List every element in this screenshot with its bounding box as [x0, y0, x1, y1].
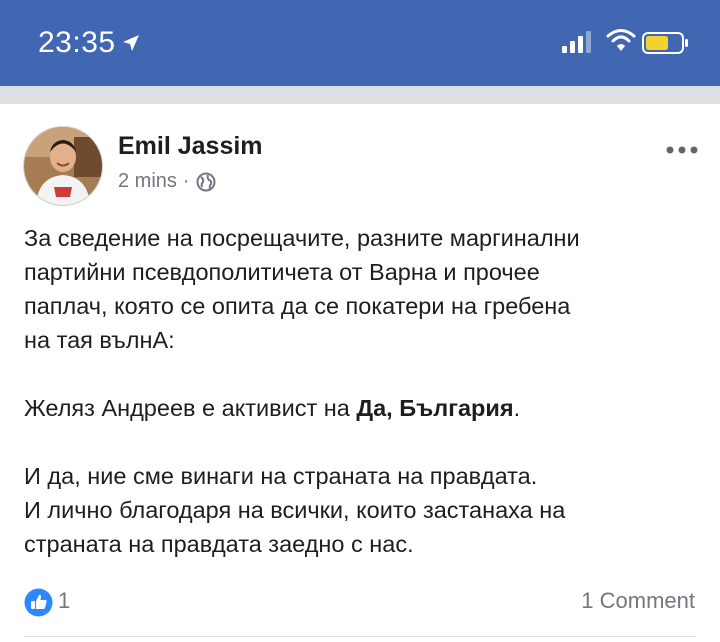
reactions-divider: [24, 636, 696, 637]
post-line: паплач, която се опита да се покатери на…: [24, 293, 571, 319]
post-card: Emil Jassim 2 mins · За сведение на поср…: [0, 104, 720, 642]
location-arrow-icon: [123, 35, 139, 51]
post-text-bold: Да, България: [356, 395, 514, 421]
like-thumb-icon[interactable]: [24, 588, 53, 617]
wifi-icon: [606, 29, 636, 51]
more-dots-icon[interactable]: [666, 145, 698, 155]
post-line: на тая вълнА:: [24, 327, 175, 353]
feed-divider: [0, 86, 720, 104]
post-line: За сведение на посрещачите, разните марг…: [24, 225, 580, 251]
comment-count[interactable]: 1 Comment: [581, 588, 695, 614]
post-line: партийни псевдополитичета от Варна и про…: [24, 259, 540, 285]
post-meta: 2 mins ·: [118, 170, 216, 193]
avatar[interactable]: [23, 126, 103, 206]
status-time: 23:35: [38, 26, 116, 59]
status-bar: 23:35: [0, 0, 720, 86]
post-time[interactable]: 2 mins: [118, 170, 177, 193]
author-name[interactable]: Emil Jassim: [118, 132, 263, 161]
post-text-suffix: .: [513, 395, 521, 421]
globe-icon: [196, 172, 216, 191]
cellular-signal-icon: [562, 31, 591, 53]
like-count[interactable]: 1: [58, 588, 70, 614]
post-text-prefix: Желяз Андреев е активист на: [24, 395, 357, 421]
battery-icon: [642, 32, 688, 54]
post-line: И да, ние сме винаги на страната на прав…: [24, 463, 538, 489]
post-line: Желяз Андреев е активист на Да, България…: [24, 391, 704, 425]
post-text: За сведение на посрещачите, разните марг…: [24, 221, 704, 561]
post-line: страната на правдата заедно с нас.: [24, 531, 414, 557]
post-line: И лично благодаря на всички, които заста…: [24, 497, 566, 523]
meta-separator: ·: [182, 170, 190, 192]
